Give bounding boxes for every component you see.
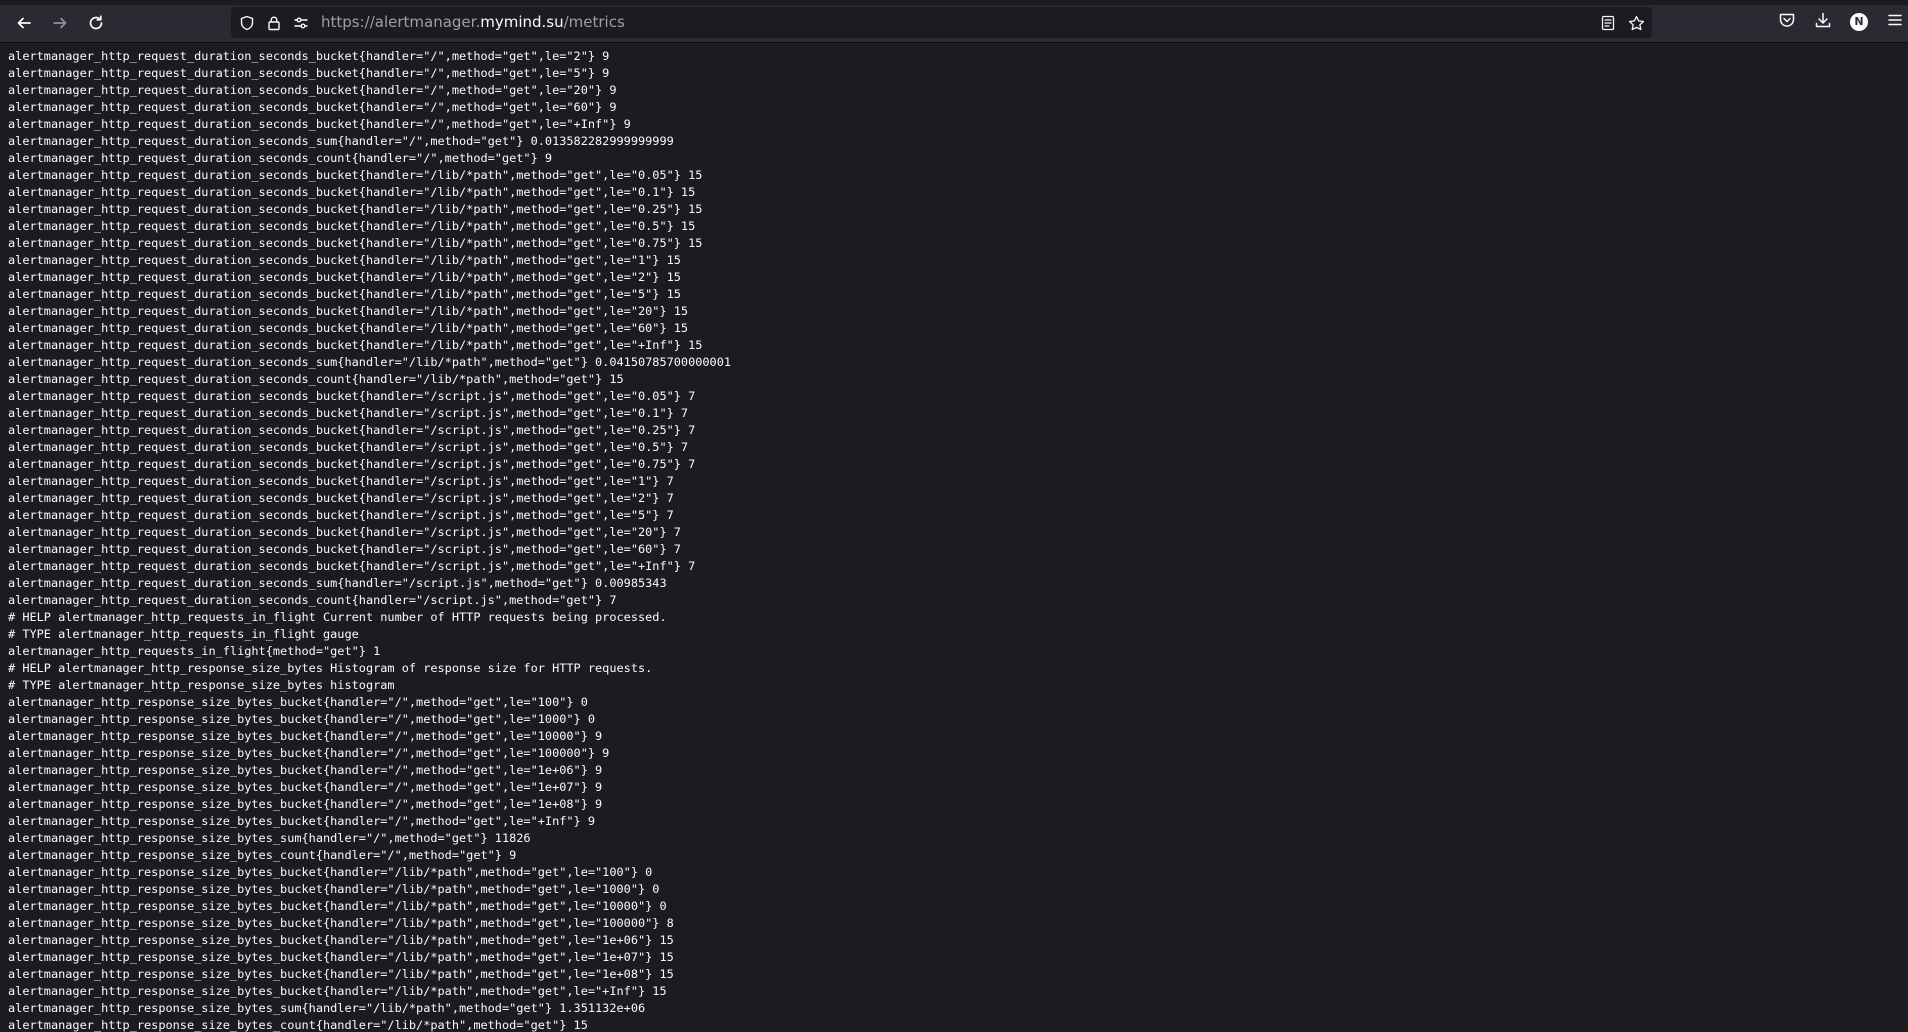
pocket-button[interactable] xyxy=(1776,11,1798,33)
pocket-icon xyxy=(1778,11,1796,33)
metric-line: alertmanager_http_request_duration_secon… xyxy=(8,440,689,454)
metric-line: alertmanager_http_response_size_bytes_bu… xyxy=(8,984,667,998)
metric-line: alertmanager_http_response_size_bytes_bu… xyxy=(8,882,660,896)
metric-line: alertmanager_http_request_duration_secon… xyxy=(8,304,689,318)
metric-line: alertmanager_http_request_duration_secon… xyxy=(8,66,610,80)
metric-line: alertmanager_http_request_duration_secon… xyxy=(8,542,681,556)
metric-line: alertmanager_http_request_duration_secon… xyxy=(8,270,681,284)
page-viewport[interactable]: alertmanager_http_request_duration_secon… xyxy=(0,43,1908,1032)
metric-line: alertmanager_http_response_size_bytes_su… xyxy=(8,1001,646,1015)
metric-line: alertmanager_http_response_size_bytes_bu… xyxy=(8,746,610,760)
metric-line: alertmanager_http_response_size_bytes_bu… xyxy=(8,950,674,964)
metric-line: alertmanager_http_request_duration_secon… xyxy=(8,168,703,182)
metric-line: alertmanager_http_request_duration_secon… xyxy=(8,151,553,165)
metric-line: alertmanager_http_response_size_bytes_bu… xyxy=(8,763,603,777)
metric-line: alertmanager_http_response_size_bytes_bu… xyxy=(8,797,603,811)
metric-line: alertmanager_http_response_size_bytes_bu… xyxy=(8,899,667,913)
lock-icon[interactable] xyxy=(265,14,283,32)
account-avatar-icon: N xyxy=(1850,13,1868,31)
metric-line: alertmanager_http_response_size_bytes_bu… xyxy=(8,967,674,981)
metric-line: alertmanager_http_request_duration_secon… xyxy=(8,406,689,420)
metric-line: alertmanager_http_response_size_bytes_su… xyxy=(8,831,531,845)
browser-toolbar: https://alertmanager.mymind.su/metrics N xyxy=(0,0,1908,43)
tab-strip-edge xyxy=(0,0,1908,5)
url-text[interactable]: https://alertmanager.mymind.su/metrics xyxy=(321,13,625,32)
metric-line: # HELP alertmanager_http_requests_in_fli… xyxy=(8,610,667,624)
metric-line: alertmanager_http_request_duration_secon… xyxy=(8,576,667,590)
url-domain: mymind.su xyxy=(480,13,564,31)
metric-line: alertmanager_http_request_duration_secon… xyxy=(8,474,674,488)
metric-line: alertmanager_http_request_duration_secon… xyxy=(8,202,703,216)
metric-line: alertmanager_http_response_size_bytes_bu… xyxy=(8,780,603,794)
metric-line: alertmanager_http_request_duration_secon… xyxy=(8,525,681,539)
back-button[interactable] xyxy=(12,11,36,35)
arrow-right-icon xyxy=(51,14,69,32)
metric-line: alertmanager_http_request_duration_secon… xyxy=(8,423,696,437)
url-bar[interactable]: https://alertmanager.mymind.su/metrics xyxy=(231,7,1652,38)
app-menu-button[interactable] xyxy=(1884,11,1906,33)
metric-line: alertmanager_http_request_duration_secon… xyxy=(8,219,696,233)
metric-line: alertmanager_http_response_size_bytes_bu… xyxy=(8,712,596,726)
metric-line: alertmanager_http_requests_in_flight{met… xyxy=(8,644,381,658)
metric-line: alertmanager_http_request_duration_secon… xyxy=(8,83,617,97)
metric-line: alertmanager_http_request_duration_secon… xyxy=(8,372,624,386)
metric-line: alertmanager_http_response_size_bytes_co… xyxy=(8,848,517,862)
metric-line: alertmanager_http_request_duration_secon… xyxy=(8,253,681,267)
metric-line: # TYPE alertmanager_http_requests_in_fli… xyxy=(8,627,359,641)
arrow-left-icon xyxy=(15,14,33,32)
forward-button[interactable] xyxy=(48,11,72,35)
shield-icon[interactable] xyxy=(238,14,256,32)
reload-button[interactable] xyxy=(84,11,108,35)
metric-line: alertmanager_http_response_size_bytes_bu… xyxy=(8,865,653,879)
reader-view-icon[interactable] xyxy=(1599,14,1617,32)
metric-line: alertmanager_http_request_duration_secon… xyxy=(8,593,617,607)
metric-line: alertmanager_http_request_duration_secon… xyxy=(8,49,610,63)
metrics-text: alertmanager_http_request_duration_secon… xyxy=(8,48,731,1032)
metric-line: alertmanager_http_request_duration_secon… xyxy=(8,491,674,505)
url-prefix: https://alertmanager. xyxy=(321,13,481,31)
hamburger-menu-icon xyxy=(1887,12,1903,32)
metric-line: alertmanager_http_response_size_bytes_bu… xyxy=(8,729,603,743)
metric-line: alertmanager_http_response_size_bytes_bu… xyxy=(8,695,588,709)
metric-line: alertmanager_http_request_duration_secon… xyxy=(8,134,674,148)
metric-line: alertmanager_http_request_duration_secon… xyxy=(8,508,674,522)
metric-line: alertmanager_http_response_size_bytes_bu… xyxy=(8,916,674,930)
metric-line: alertmanager_http_request_duration_secon… xyxy=(8,457,696,471)
metric-line: alertmanager_http_request_duration_secon… xyxy=(8,338,703,352)
metric-line: # HELP alertmanager_http_response_size_b… xyxy=(8,661,653,675)
download-icon xyxy=(1814,11,1832,33)
metric-line: alertmanager_http_request_duration_secon… xyxy=(8,559,696,573)
metric-line: alertmanager_http_request_duration_secon… xyxy=(8,287,681,301)
metric-line: alertmanager_http_request_duration_secon… xyxy=(8,185,696,199)
account-button[interactable]: N xyxy=(1848,11,1870,33)
metric-line: alertmanager_http_response_size_bytes_bu… xyxy=(8,933,674,947)
sliders-icon[interactable] xyxy=(292,14,310,32)
metric-line: alertmanager_http_response_size_bytes_co… xyxy=(8,1018,588,1032)
downloads-button[interactable] xyxy=(1812,11,1834,33)
metric-line: alertmanager_http_request_duration_secon… xyxy=(8,389,696,403)
metric-line: alertmanager_http_request_duration_secon… xyxy=(8,321,689,335)
reload-icon xyxy=(87,14,105,32)
metric-line: alertmanager_http_request_duration_secon… xyxy=(8,117,631,131)
metric-line: alertmanager_http_request_duration_secon… xyxy=(8,100,617,114)
metric-line: # TYPE alertmanager_http_response_size_b… xyxy=(8,678,395,692)
url-path: /metrics xyxy=(563,13,625,31)
metric-line: alertmanager_http_request_duration_secon… xyxy=(8,355,732,369)
metric-line: alertmanager_http_response_size_bytes_bu… xyxy=(8,814,596,828)
metric-line: alertmanager_http_request_duration_secon… xyxy=(8,236,703,250)
star-icon[interactable] xyxy=(1627,14,1645,32)
